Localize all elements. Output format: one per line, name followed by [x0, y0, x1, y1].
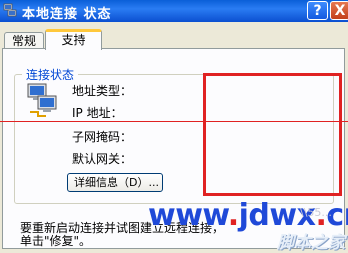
- network-connection-icon: [3, 3, 17, 17]
- annotation-highlight-box: [203, 73, 342, 196]
- window-title: 本地连接 状态: [22, 7, 112, 22]
- close-button[interactable]: X: [330, 1, 348, 20]
- details-button[interactable]: 详细信息（D）...: [67, 173, 163, 192]
- repair-text-line2: 单击"修复"。: [20, 234, 92, 248]
- tab-general[interactable]: 常规: [4, 32, 44, 49]
- watermark-brand: 脚本之家: [277, 233, 345, 253]
- group-title: 连接状态: [22, 66, 79, 83]
- ip-address-label: IP 地址：: [72, 106, 123, 120]
- watermark-dot: .: [227, 198, 239, 233]
- default-gateway-label: 默认网关：: [72, 152, 133, 166]
- watermark-small-text: \\55...: [300, 206, 332, 219]
- address-type-label: 地址类型：: [72, 84, 133, 98]
- network-computers-icon: [27, 83, 57, 117]
- help-button[interactable]: ?: [307, 1, 328, 20]
- watermark-www: www: [148, 198, 228, 233]
- tab-support[interactable]: 支持: [45, 29, 102, 50]
- subnet-mask-label: 子网掩码：: [72, 130, 133, 144]
- title-bar[interactable]: 本地连接 状态 ? X: [0, 0, 348, 22]
